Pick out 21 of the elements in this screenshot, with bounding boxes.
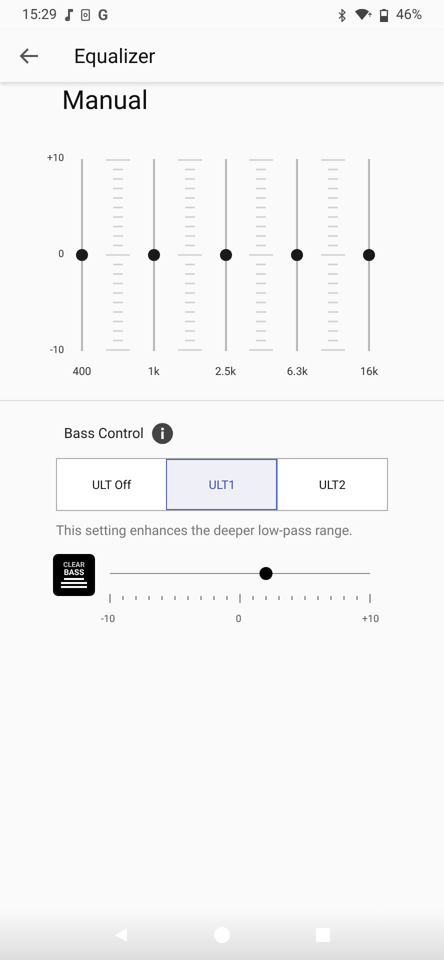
band-label: 6.3k <box>286 365 308 378</box>
band-label: 1k <box>148 365 160 378</box>
band-label: 2.5k <box>215 365 236 378</box>
mode-option[interactable]: ULT2 <box>276 459 387 510</box>
description: This setting enhances the deeper low-pass range. <box>56 523 354 539</box>
scale-label: 0 <box>58 248 64 262</box>
mode-option[interactable]: ULT Off <box>57 459 166 510</box>
band-label: 400 <box>72 365 92 378</box>
scale-label: +10 <box>47 152 64 166</box>
notification-letter: G <box>98 6 108 24</box>
band-label: 16k <box>360 365 378 378</box>
section-title: Bass Control <box>64 426 144 442</box>
preset-name: Manual <box>62 86 149 116</box>
battery-percent: 46% <box>396 7 422 23</box>
scale-label: +10 <box>362 614 379 625</box>
status-time: 15:29 <box>22 7 57 23</box>
scale-label: 0 <box>236 614 242 625</box>
scale-label: -10 <box>50 344 64 358</box>
scale-label: -10 <box>101 614 116 625</box>
mode-option[interactable]: ULT1 <box>166 459 277 510</box>
screen-title: Equalizer <box>74 44 156 68</box>
